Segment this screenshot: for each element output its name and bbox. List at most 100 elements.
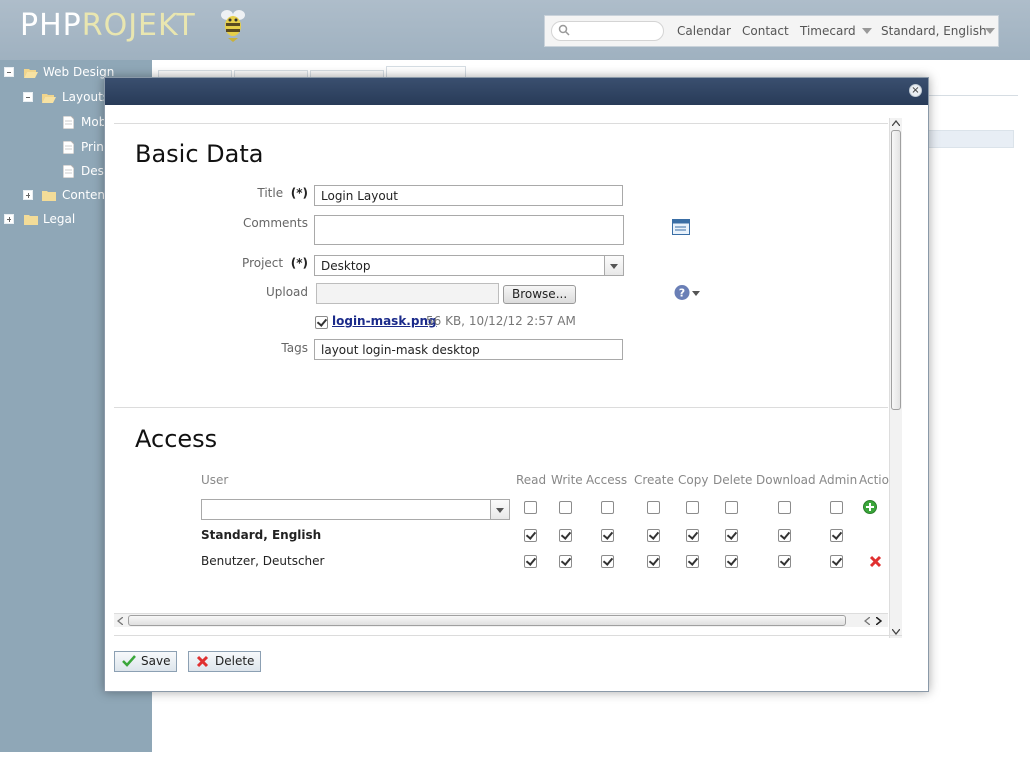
vertical-scrollbar[interactable] xyxy=(889,118,902,638)
tags-field[interactable]: layout login-mask desktop xyxy=(314,339,623,360)
access-checkbox[interactable] xyxy=(601,529,614,542)
add-user-icon[interactable] xyxy=(863,500,877,514)
folder-icon xyxy=(42,191,56,201)
new-copy-checkbox[interactable] xyxy=(686,501,699,514)
project-select[interactable]: Desktop xyxy=(314,255,624,276)
access-download-header: Download xyxy=(756,473,816,487)
divider xyxy=(114,407,888,408)
search-input[interactable] xyxy=(551,21,664,41)
write-checkbox[interactable] xyxy=(559,555,572,568)
download-checkbox[interactable] xyxy=(778,529,791,542)
close-icon[interactable]: × xyxy=(909,84,922,97)
new-write-checkbox[interactable] xyxy=(559,501,572,514)
basic-data-heading: Basic Data xyxy=(135,140,264,168)
document-icon xyxy=(63,165,74,178)
copy-checkbox[interactable] xyxy=(686,555,699,568)
nav-contact-link[interactable]: Contact xyxy=(742,24,789,38)
expand-toggle-icon[interactable] xyxy=(23,190,33,200)
admin-checkbox[interactable] xyxy=(830,555,843,568)
uploaded-file-link[interactable]: login-mask.png xyxy=(332,314,437,328)
new-delete-checkbox[interactable] xyxy=(725,501,738,514)
horizontal-scrollbar[interactable] xyxy=(114,613,888,627)
user-menu-dropdown-icon[interactable] xyxy=(985,28,995,34)
uploaded-file-checkbox[interactable] xyxy=(315,316,328,329)
new-create-checkbox[interactable] xyxy=(647,501,660,514)
download-checkbox[interactable] xyxy=(778,555,791,568)
horizontal-scrollbar-thumb[interactable] xyxy=(128,615,846,626)
chevron-down-icon[interactable] xyxy=(490,500,509,519)
browse-button[interactable]: Browse... xyxy=(503,285,577,304)
document-icon xyxy=(63,116,74,129)
access-user-header: User xyxy=(201,473,229,487)
access-checkbox[interactable] xyxy=(601,555,614,568)
access-create-header: Create xyxy=(634,473,674,487)
delete-checkbox[interactable] xyxy=(725,555,738,568)
tags-label: Tags xyxy=(281,341,308,355)
top-navigation: Calendar Contact Timecard Standard, Engl… xyxy=(544,15,999,47)
scroll-left-icon[interactable] xyxy=(864,617,870,625)
divider xyxy=(114,123,888,124)
access-read-header: Read xyxy=(516,473,547,487)
access-access-header: Access xyxy=(586,473,628,487)
chevron-down-icon[interactable] xyxy=(604,256,623,275)
access-user-name: Benutzer, Deutscher xyxy=(201,554,325,568)
open-folder-icon xyxy=(42,94,56,103)
html-editor-icon[interactable] xyxy=(672,219,690,235)
delete-checkbox[interactable] xyxy=(725,529,738,542)
open-folder-icon xyxy=(24,69,38,78)
access-action-header: Actio xyxy=(859,473,889,487)
access-heading: Access xyxy=(135,425,218,453)
comments-field[interactable] xyxy=(314,215,624,245)
upload-label: Upload xyxy=(265,285,308,299)
admin-checkbox[interactable] xyxy=(830,529,843,542)
scroll-right-icon[interactable] xyxy=(876,617,882,625)
delete-button[interactable]: Delete xyxy=(188,651,262,672)
scroll-up-icon[interactable] xyxy=(892,120,900,126)
new-admin-checkbox[interactable] xyxy=(830,501,843,514)
checkmark-icon xyxy=(122,655,136,667)
title-field[interactable]: Login Layout xyxy=(314,185,623,206)
user-menu[interactable]: Standard, English xyxy=(881,24,987,38)
dialog-scroll-area: Basic Data Title (*) Login Layout Commen… xyxy=(114,118,902,638)
collapse-toggle-icon[interactable] xyxy=(23,92,33,102)
document-icon xyxy=(63,141,74,154)
uploaded-file-meta: 56 KB, 10/12/12 2:57 AM xyxy=(426,314,576,328)
divider xyxy=(114,635,902,636)
bee-logo-icon xyxy=(221,10,245,42)
new-read-checkbox[interactable] xyxy=(524,501,537,514)
search-icon xyxy=(558,24,570,36)
read-checkbox[interactable] xyxy=(524,555,537,568)
nav-calendar-link[interactable]: Calendar xyxy=(677,24,731,38)
access-copy-header: Copy xyxy=(678,473,709,487)
access-write-header: Write xyxy=(551,473,583,487)
nav-timecard-link[interactable]: Timecard xyxy=(800,24,856,38)
vertical-scrollbar-thumb[interactable] xyxy=(891,130,901,410)
comments-label: Comments xyxy=(242,216,308,230)
access-admin-header: Admin xyxy=(819,473,858,487)
write-checkbox[interactable] xyxy=(559,529,572,542)
collapse-toggle-icon[interactable] xyxy=(4,67,14,77)
svg-text:?: ? xyxy=(679,287,685,300)
folder-icon xyxy=(24,215,38,225)
add-user-select[interactable] xyxy=(201,499,510,520)
new-download-checkbox[interactable] xyxy=(778,501,791,514)
help-icon[interactable]: ? xyxy=(674,284,702,301)
create-checkbox[interactable] xyxy=(647,555,660,568)
access-delete-header: Delete xyxy=(713,473,753,487)
timecard-dropdown-icon[interactable] xyxy=(862,28,872,34)
upload-file-field[interactable] xyxy=(316,283,499,304)
sidebar-footer xyxy=(0,752,152,768)
item-edit-dialog: × Basic Data Title (*) Login Layout Comm… xyxy=(104,77,929,692)
scroll-left-icon[interactable] xyxy=(117,617,123,625)
read-checkbox[interactable] xyxy=(524,529,537,542)
expand-toggle-icon[interactable] xyxy=(4,214,14,224)
save-button[interactable]: Save xyxy=(114,651,178,672)
project-label: Project (*) xyxy=(242,256,308,270)
selected-list-row[interactable] xyxy=(928,130,1014,148)
new-access-checkbox[interactable] xyxy=(601,501,614,514)
create-checkbox[interactable] xyxy=(647,529,660,542)
dialog-title-bar[interactable]: × xyxy=(105,78,928,105)
remove-user-icon[interactable] xyxy=(869,555,882,568)
copy-checkbox[interactable] xyxy=(686,529,699,542)
app-logo: PHPROJEKT xyxy=(20,8,196,43)
